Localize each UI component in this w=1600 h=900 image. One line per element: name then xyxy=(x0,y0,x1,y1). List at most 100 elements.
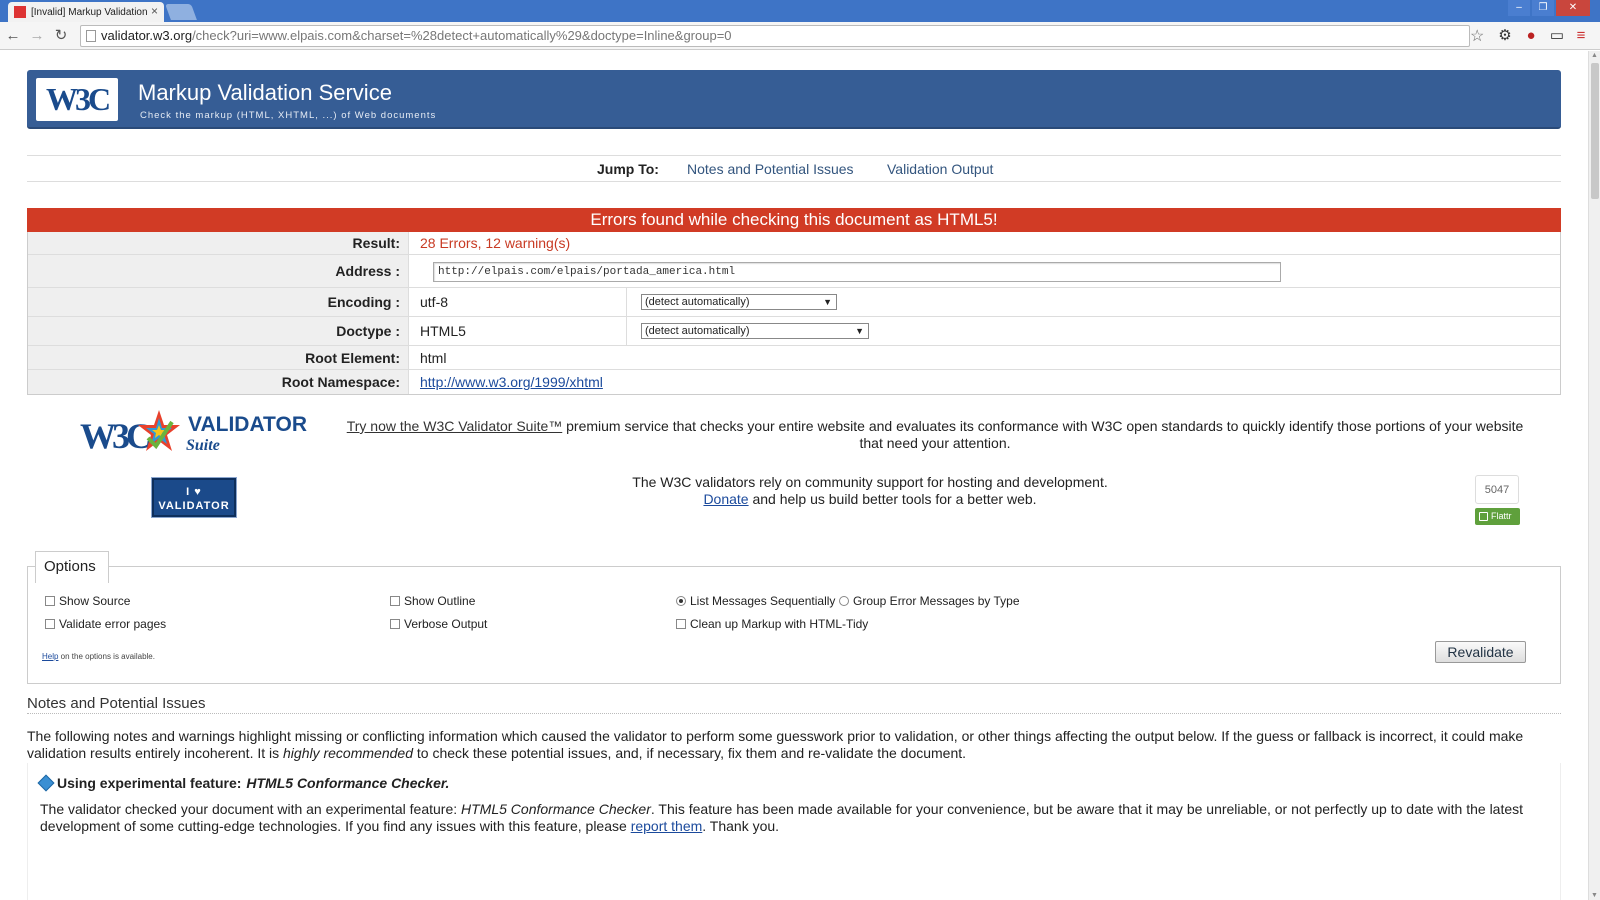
scroll-up-icon[interactable]: ▲ xyxy=(1591,52,1598,59)
report-them-link[interactable]: report them xyxy=(631,818,703,834)
cleanup-tidy-option[interactable]: Clean up Markup with HTML-Tidy xyxy=(676,617,868,631)
notes-divider xyxy=(27,713,1561,714)
tab-title: [Invalid] Markup Validation o xyxy=(31,6,149,18)
options-help: Help on the options is available. xyxy=(42,652,155,661)
root-namespace-link[interactable]: http://www.w3.org/1999/xhtml xyxy=(420,374,603,390)
result-value: 28 Errors, 12 warning(s) xyxy=(420,235,571,251)
experimental-text: The validator checked your document with… xyxy=(40,801,1550,835)
encoding-select-value: (detect automatically) xyxy=(645,296,750,308)
header-banner: W3C Markup Validation Service Check the … xyxy=(27,70,1561,129)
doctype-select-value: (detect automatically) xyxy=(645,325,750,337)
experimental-text-em: HTML5 Conformance Checker xyxy=(461,801,651,817)
notes-intro-b: to check these potential issues, and, if… xyxy=(412,745,967,761)
donate-link[interactable]: Donate xyxy=(703,491,748,507)
experimental-text-c: . Thank you. xyxy=(702,818,780,834)
favicon-icon xyxy=(14,6,26,18)
promo-text: Try now the W3C Validator Suite™ premium… xyxy=(340,418,1530,452)
vs-logo-suite: Suite xyxy=(186,437,220,454)
show-outline-checkbox[interactable] xyxy=(390,596,400,606)
validator-suite-logo[interactable]: W3C VALIDATOR Suite xyxy=(80,407,307,462)
dropdown-arrow-icon: ▼ xyxy=(823,297,832,307)
experimental-heading-em: HTML5 Conformance Checker. xyxy=(246,775,450,791)
browser-toolbar: ← → ↻ validator.w3.org/check?uri=www.elp… xyxy=(0,22,1600,50)
address-row: Address : http://elpais.com/elpais/porta… xyxy=(28,255,1560,288)
error-banner: Errors found while checking this documen… xyxy=(27,208,1561,232)
close-window-icon[interactable]: ✕ xyxy=(1556,0,1590,16)
result-label: Result: xyxy=(28,232,409,254)
validate-error-pages-label: Validate error pages xyxy=(59,617,167,631)
group-by-type-radio[interactable] xyxy=(839,596,849,606)
back-icon[interactable]: ← xyxy=(4,26,22,46)
cleanup-tidy-label: Clean up Markup with HTML-Tidy xyxy=(690,617,869,631)
info-diamond-icon xyxy=(37,774,55,792)
browser-tab[interactable]: [Invalid] Markup Validation o × xyxy=(8,2,164,22)
list-sequential-label: List Messages Sequentially xyxy=(690,594,836,608)
extension-icon[interactable]: ● xyxy=(1522,27,1540,45)
list-sequential-option[interactable]: List Messages Sequentially xyxy=(676,594,835,608)
verbose-output-checkbox[interactable] xyxy=(390,619,400,629)
badge-line-2: VALIDATOR xyxy=(158,500,230,512)
doctype-label: Doctype : xyxy=(28,317,409,345)
flattr-button[interactable]: Flattr xyxy=(1475,508,1520,525)
flattr-label: Flattr xyxy=(1491,511,1512,521)
encoding-row: Encoding : utf-8 (detect automatically) … xyxy=(28,288,1560,317)
jump-link-notes[interactable]: Notes and Potential Issues xyxy=(687,161,854,177)
browser-tab-strip: [Invalid] Markup Validation o × – ❐ ✕ xyxy=(0,0,1600,22)
experimental-heading: Using experimental feature: HTML5 Confor… xyxy=(37,774,450,792)
root-namespace-label: Root Namespace: xyxy=(28,370,409,394)
flattr-icon xyxy=(1479,512,1488,521)
root-element-label: Root Element: xyxy=(28,346,409,369)
show-source-checkbox[interactable] xyxy=(45,596,55,606)
options-help-link[interactable]: Help xyxy=(42,652,58,661)
i-love-validator-badge[interactable]: I ♥ VALIDATOR xyxy=(151,477,237,518)
cleanup-tidy-checkbox[interactable] xyxy=(676,619,686,629)
flattr-count: 5047 xyxy=(1475,475,1519,504)
cast-icon[interactable]: ▭ xyxy=(1548,27,1566,45)
notes-intro: The following notes and warnings highlig… xyxy=(27,728,1561,762)
forward-icon[interactable]: → xyxy=(28,26,46,46)
scrollbar-thumb[interactable] xyxy=(1591,63,1599,199)
jump-label: Jump To: xyxy=(597,161,659,177)
window-controls: – ❐ ✕ xyxy=(1508,0,1590,16)
validator-star-icon xyxy=(138,410,180,451)
encoding-label: Encoding : xyxy=(28,288,409,316)
support-line-1: The W3C validators rely on community sup… xyxy=(632,474,1108,490)
menu-icon[interactable]: ≡ xyxy=(1572,27,1590,45)
jump-link-output[interactable]: Validation Output xyxy=(887,161,993,177)
encoding-select[interactable]: (detect automatically) ▼ xyxy=(641,294,837,310)
page-subtitle: Check the markup (HTML, XHTML, ...) of W… xyxy=(140,110,437,121)
revalidate-button[interactable]: Revalidate xyxy=(1435,641,1526,663)
bookmark-star-icon[interactable]: ☆ xyxy=(1470,26,1484,46)
reload-icon[interactable]: ↻ xyxy=(52,26,70,46)
validate-error-pages-checkbox[interactable] xyxy=(45,619,55,629)
doctype-select[interactable]: (detect automatically) ▼ xyxy=(641,323,869,339)
address-bar[interactable]: validator.w3.org/check?uri=www.elpais.co… xyxy=(80,25,1470,47)
list-sequential-radio[interactable] xyxy=(676,596,686,606)
promo-description: premium service that checks your entire … xyxy=(562,418,1524,451)
minimize-icon[interactable]: – xyxy=(1508,0,1530,16)
new-tab-button[interactable] xyxy=(165,4,197,20)
close-tab-icon[interactable]: × xyxy=(151,4,158,18)
show-outline-option[interactable]: Show Outline xyxy=(390,594,475,608)
options-legend: Options xyxy=(35,551,109,583)
restore-icon[interactable]: ❐ xyxy=(1532,0,1554,16)
settings-gear-icon[interactable]: ⚙ xyxy=(1496,27,1514,45)
w3c-logo[interactable]: W3C xyxy=(36,78,118,121)
group-by-type-option[interactable]: Group Error Messages by Type xyxy=(839,594,1020,608)
page-content: W3C Markup Validation Service Check the … xyxy=(0,51,1588,900)
verbose-output-option[interactable]: Verbose Output xyxy=(390,617,487,631)
vertical-scrollbar[interactable]: ▲ ▼ xyxy=(1588,51,1600,900)
root-element-value: html xyxy=(420,349,447,366)
address-label: Address : xyxy=(28,255,409,287)
verbose-output-label: Verbose Output xyxy=(404,617,488,631)
support-line-2: and help us build better tools for a bet… xyxy=(748,491,1037,507)
options-help-text: on the options is available. xyxy=(58,652,155,661)
scroll-down-icon[interactable]: ▼ xyxy=(1591,892,1598,899)
show-source-option[interactable]: Show Source xyxy=(45,594,130,608)
root-namespace-row: Root Namespace: http://www.w3.org/1999/x… xyxy=(28,370,1560,394)
experimental-text-a: The validator checked your document with… xyxy=(40,801,462,817)
validator-suite-link[interactable]: Try now the W3C Validator Suite™ xyxy=(347,418,563,434)
validate-error-pages-option[interactable]: Validate error pages xyxy=(45,617,166,631)
address-input[interactable]: http://elpais.com/elpais/portada_america… xyxy=(433,262,1281,282)
encoding-value: utf-8 xyxy=(409,288,627,316)
